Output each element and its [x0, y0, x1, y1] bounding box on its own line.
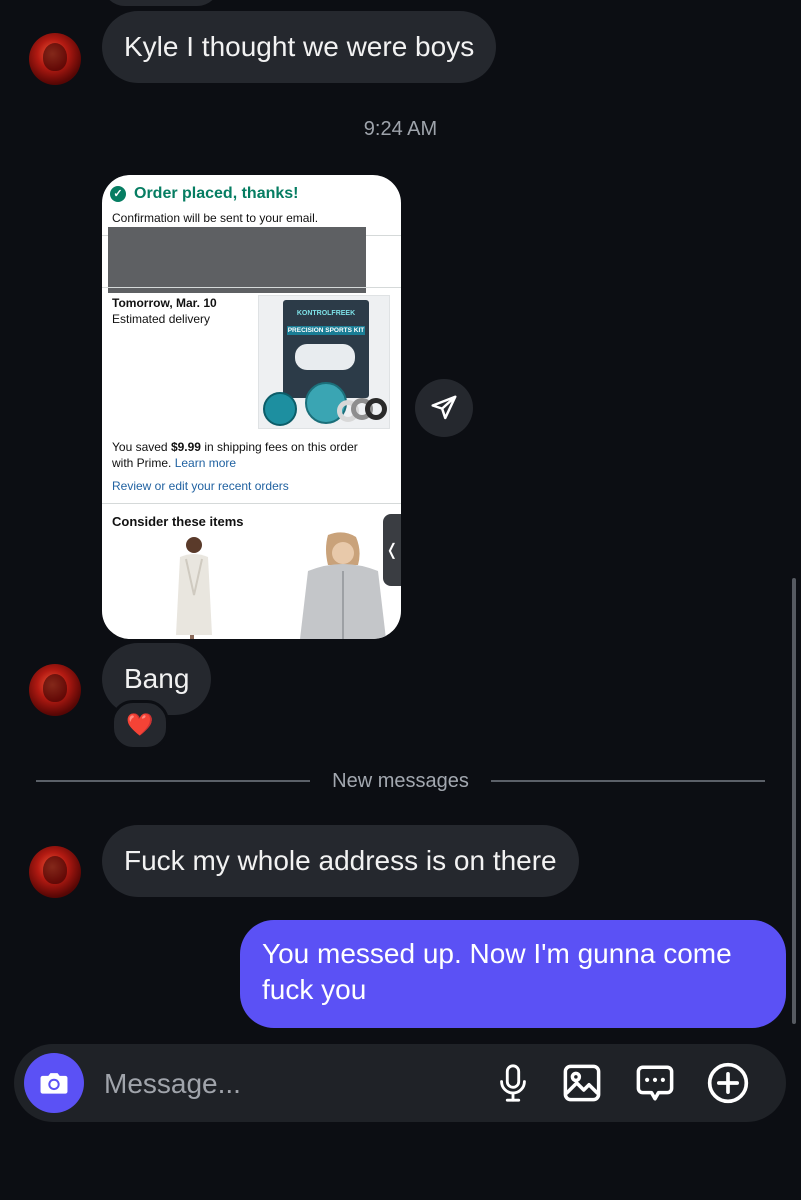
order-status-row: ✓ Order placed, thanks!	[110, 185, 299, 203]
sticker-icon	[636, 1065, 674, 1101]
confirmation-text: Confirmation will be sent to your email.	[112, 211, 319, 225]
camera-icon	[40, 1073, 68, 1094]
message-text: Bang	[124, 663, 190, 694]
savings-note: You saved $9.99 in shipping fees on this…	[112, 440, 358, 470]
message-text: Kyle I thought we were boys	[124, 31, 475, 62]
share-icon	[431, 395, 457, 420]
camera-button[interactable]	[24, 1053, 84, 1113]
image-icon	[563, 1064, 601, 1102]
delivery-label: Estimated delivery	[112, 312, 211, 326]
redacted-address-block	[108, 227, 366, 293]
share-button[interactable]	[415, 379, 473, 437]
shared-image-card[interactable]: ✓ Order placed, thanks! Confirmation wil…	[102, 175, 401, 639]
incoming-message-bubble[interactable]: Kyle I thought we were boys	[102, 11, 497, 83]
message-text: Fuck my whole address is on there	[124, 845, 557, 876]
sticker-button[interactable]	[633, 1061, 677, 1105]
microphone-icon	[500, 1064, 526, 1102]
gallery-button[interactable]	[560, 1061, 604, 1105]
learn-more-link: Learn more	[174, 456, 237, 470]
chevron-left-icon[interactable]: ❬	[383, 514, 401, 586]
message-text: You messed up. Now I'm gunna come fuck y…	[262, 938, 732, 1005]
recommended-item-hoodie-image	[300, 532, 386, 639]
message-timestamp: 9:24 AM	[363, 118, 438, 140]
divider-line-right	[491, 780, 765, 782]
check-circle-icon: ✓	[110, 186, 126, 202]
product-image: KONTROLFREEK PRECISION SPORTS KIT	[258, 295, 390, 429]
plus-circle-icon	[707, 1062, 749, 1104]
recommended-item-robe-image	[176, 537, 212, 639]
delivery-date: Tomorrow, Mar. 10	[112, 296, 217, 310]
message-input[interactable]	[102, 1062, 486, 1106]
contact-avatar[interactable]	[29, 664, 81, 716]
order-status-text: Order placed, thanks!	[134, 185, 299, 202]
review-orders-link: Review or edit your recent orders	[112, 479, 289, 493]
product-brand: KONTROLFREEK	[296, 310, 356, 317]
product-name: PRECISION SPORTS KIT	[287, 326, 365, 335]
recommendations-heading: Consider these items	[112, 514, 244, 529]
incoming-message-bubble[interactable]: Fuck my whole address is on there	[102, 825, 579, 897]
previous-message-bubble[interactable]	[102, 0, 220, 6]
contact-avatar[interactable]	[29, 33, 81, 85]
scrollbar[interactable]	[792, 578, 796, 1024]
contact-avatar[interactable]	[29, 846, 81, 898]
savings-amount: $9.99	[170, 440, 201, 454]
divider	[102, 503, 401, 504]
outgoing-message-bubble[interactable]: You messed up. Now I'm gunna come fuck y…	[240, 920, 786, 1028]
heart-reaction[interactable]: ❤️	[111, 700, 169, 750]
divider	[102, 287, 401, 288]
voice-message-button[interactable]	[491, 1061, 535, 1105]
more-options-button[interactable]	[706, 1061, 750, 1105]
message-composer	[14, 1044, 786, 1122]
heart-icon: ❤️	[126, 712, 154, 737]
